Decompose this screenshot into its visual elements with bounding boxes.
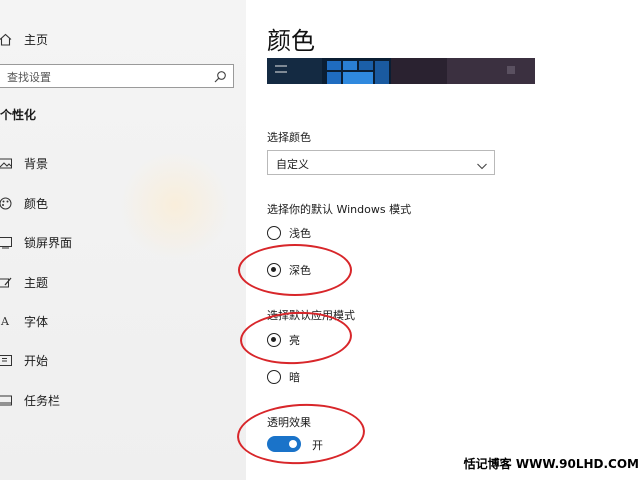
brush-icon xyxy=(0,275,12,289)
sidebar-item-start[interactable]: 开始 xyxy=(0,348,48,372)
palette-icon xyxy=(0,196,12,210)
sidebar-item-background[interactable]: 背景 xyxy=(0,151,48,175)
sidebar-item-colors[interactable]: 颜色 xyxy=(0,191,48,215)
font-icon: A xyxy=(1,314,9,328)
annotation-circle-transparency xyxy=(235,400,367,468)
radio-circle xyxy=(267,226,281,240)
radio-circle xyxy=(267,370,281,384)
main-panel: 颜色 选择颜色 自定义 选择你的默认 Windows 模式 浅色 深色 选择默认… xyxy=(235,0,641,480)
sidebar-item-lock-screen[interactable]: 锁屏界面 xyxy=(0,230,72,254)
sidebar: 主页 查找设置 个性化 背景 颜色 锁屏界面 主题 A 字体 开始 任务栏 xyxy=(0,0,246,480)
radio-app-dark[interactable]: 暗 xyxy=(267,368,300,386)
sidebar-item-fonts[interactable]: A 字体 xyxy=(0,309,48,333)
choose-color-dropdown[interactable]: 自定义 xyxy=(267,150,495,175)
sidebar-item-label: 主题 xyxy=(24,275,49,290)
choose-color-label: 选择颜色 xyxy=(267,131,311,144)
start-icon xyxy=(0,353,12,367)
page-title: 颜色 xyxy=(267,27,315,55)
annotation-circle-app-mode xyxy=(238,309,354,367)
search-placeholder: 查找设置 xyxy=(7,71,51,84)
sidebar-item-label: 颜色 xyxy=(24,196,49,211)
lock-screen-icon xyxy=(0,235,12,249)
annotation-circle-dark-mode xyxy=(238,244,352,296)
watermark: 恬记博客 WWW.90LHD.COM xyxy=(463,457,639,471)
sidebar-item-label: 任务栏 xyxy=(24,393,61,408)
sidebar-item-label: 背景 xyxy=(24,156,49,171)
search-input[interactable]: 查找设置 xyxy=(0,64,234,88)
background-glow xyxy=(120,150,230,260)
home-icon xyxy=(0,32,12,46)
taskbar-icon xyxy=(0,393,12,407)
sidebar-item-themes[interactable]: 主题 xyxy=(0,270,48,294)
sidebar-item-home[interactable]: 主页 xyxy=(0,27,48,51)
chevron-down-icon xyxy=(476,157,488,170)
radio-windows-light[interactable]: 浅色 xyxy=(267,224,311,242)
color-preview xyxy=(267,58,535,84)
radio-label: 暗 xyxy=(289,371,300,384)
sidebar-item-label: 主页 xyxy=(24,32,49,47)
dropdown-value: 自定义 xyxy=(276,158,309,171)
sidebar-item-label: 锁屏界面 xyxy=(24,235,73,250)
picture-icon xyxy=(0,156,12,170)
windows-mode-label: 选择你的默认 Windows 模式 xyxy=(267,203,412,216)
search-icon xyxy=(213,69,227,83)
sidebar-item-label: 字体 xyxy=(24,314,49,329)
section-title: 个性化 xyxy=(0,108,37,122)
sidebar-item-label: 开始 xyxy=(24,353,49,368)
sidebar-item-taskbar[interactable]: 任务栏 xyxy=(0,388,60,412)
radio-label: 浅色 xyxy=(289,227,311,240)
